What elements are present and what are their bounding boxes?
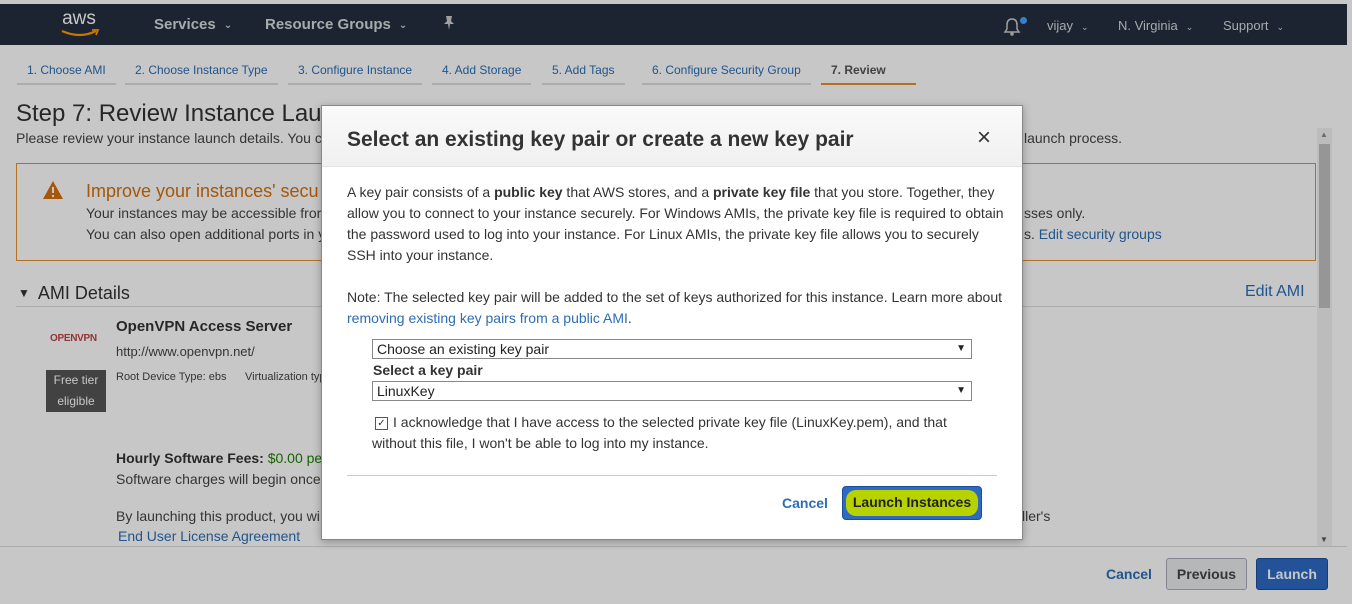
key-pair-value: LinuxKey [377,383,435,399]
acknowledge-checkbox[interactable]: ✓ [375,417,388,430]
launch-instances-button[interactable]: Launch Instances [842,486,982,520]
note-text-end: . [627,310,632,326]
acknowledge-row: ✓ I acknowledge that I have access to the… [372,412,972,454]
private-key-term: private key file [713,184,811,200]
dropdown-arrow-icon: ▼ [956,385,966,396]
key-pair-dialog: Select an existing key pair or create a … [321,105,1023,540]
key-pair-description: A key pair consists of a public key that… [347,182,1007,266]
dialog-header: Select an existing key pair or create a … [322,106,1022,167]
acknowledge-text: I acknowledge that I have access to the … [372,414,947,451]
dialog-title: Select an existing key pair or create a … [347,128,854,151]
public-key-term: public key [494,184,563,200]
key-pair-mode-value: Choose an existing key pair [377,341,549,357]
dialog-cancel-button[interactable]: Cancel [782,495,828,511]
description-text-2: that AWS stores, and a [562,184,713,200]
key-pair-note: Note: The selected key pair will be adde… [347,287,1007,329]
dropdown-arrow-icon: ▼ [956,343,966,354]
launch-instances-label: Launch Instances [846,490,978,516]
remove-key-pairs-link[interactable]: removing existing key pairs from a publi… [347,310,628,326]
key-pair-mode-select[interactable]: Choose an existing key pair ▼ [372,339,972,359]
key-pair-select[interactable]: LinuxKey ▼ [372,381,972,401]
select-key-pair-label: Select a key pair [373,362,483,378]
dialog-divider [347,475,997,476]
close-icon[interactable]: × [977,126,991,150]
description-text-1: A key pair consists of a [347,184,495,200]
note-text: Note: The selected key pair will be adde… [347,289,1003,305]
